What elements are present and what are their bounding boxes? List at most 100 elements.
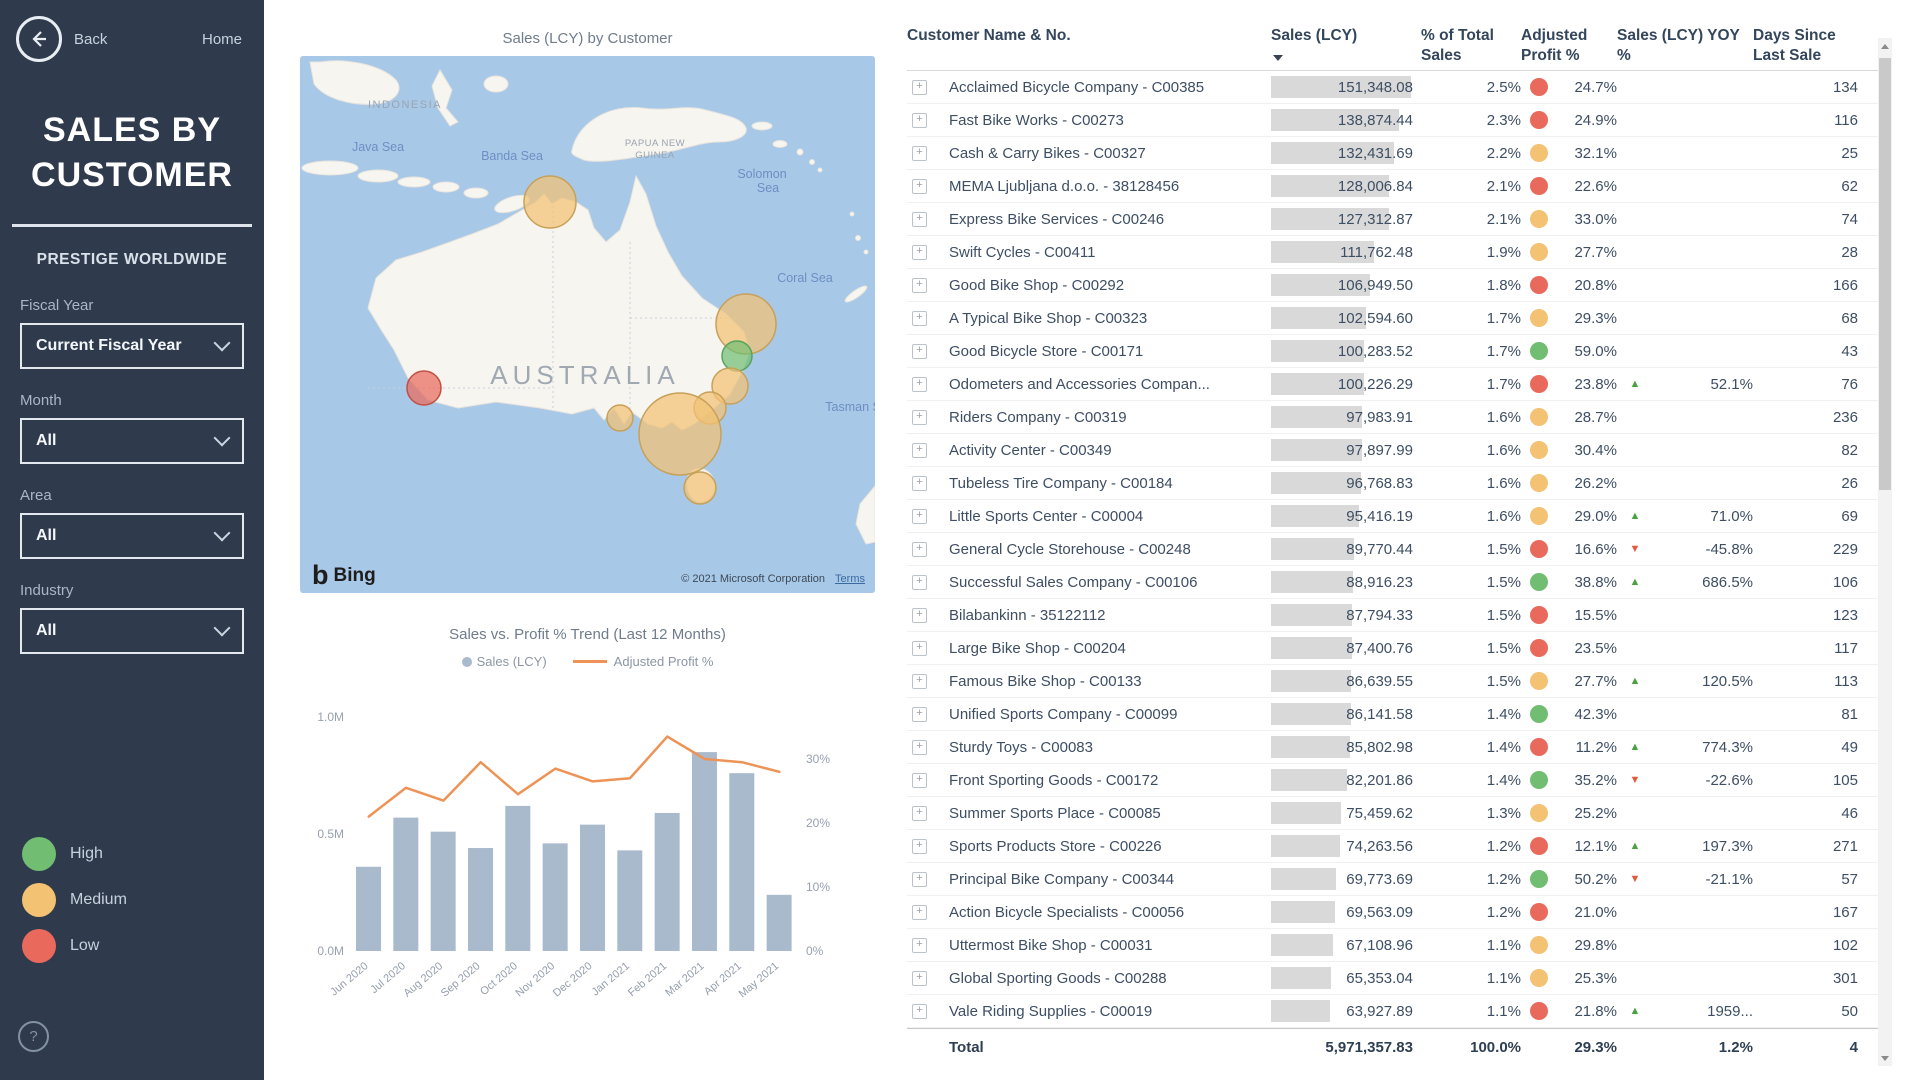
table-row[interactable]: +Good Bicycle Store - C00171100,283.521.… — [907, 335, 1892, 368]
expand-row-button[interactable]: + — [912, 839, 927, 854]
filter-dropdown[interactable]: All — [20, 418, 244, 464]
filter-dropdown[interactable]: All — [20, 513, 244, 559]
expand-row-button[interactable]: + — [912, 311, 927, 326]
table-row[interactable]: +Uttermost Bike Shop - C0003167,108.961.… — [907, 929, 1892, 962]
map-bubble-low[interactable] — [407, 371, 441, 405]
expand-row-button[interactable]: + — [912, 938, 927, 953]
table-row[interactable]: +Tubeless Tire Company - C0018496,768.83… — [907, 467, 1892, 500]
column-header-6[interactable]: Days Since Last Sale — [1753, 26, 1858, 66]
table-row[interactable]: +MEMA Ljubljana d.o.o. - 38128456128,006… — [907, 170, 1892, 203]
expand-row-button[interactable]: + — [912, 1004, 927, 1019]
sales-bar-Jul-2020[interactable] — [393, 818, 418, 951]
filter-dropdown[interactable]: All — [20, 608, 244, 654]
expand-row-button[interactable]: + — [912, 146, 927, 161]
table-row[interactable]: +Little Sports Center - C0000495,416.191… — [907, 500, 1892, 533]
expand-row-button[interactable]: + — [912, 641, 927, 656]
table-row[interactable]: +Activity Center - C0034997,897.991.6%30… — [907, 434, 1892, 467]
filter-dropdown[interactable]: Current Fiscal Year — [20, 323, 244, 369]
table-row[interactable]: +Sports Products Store - C0022674,263.56… — [907, 830, 1892, 863]
expand-row-button[interactable]: + — [912, 410, 927, 425]
expand-row-button[interactable]: + — [912, 608, 927, 623]
yoy-value-cell: -22.6% — [1653, 772, 1753, 789]
table-row[interactable]: +Famous Bike Shop - C0013386,639.551.5%2… — [907, 665, 1892, 698]
expand-row-button[interactable]: + — [912, 905, 927, 920]
expand-row-button[interactable]: + — [912, 377, 927, 392]
expand-row-button[interactable]: + — [912, 113, 927, 128]
table-row[interactable]: +Large Bike Shop - C0020487,400.761.5%23… — [907, 632, 1892, 665]
table-row[interactable]: +Fast Bike Works - C00273138,874.442.3%2… — [907, 104, 1892, 137]
table-row[interactable]: +Sturdy Toys - C0008385,802.981.4%11.2%▲… — [907, 731, 1892, 764]
sales-bar-Feb-2021[interactable] — [655, 813, 680, 951]
expand-row-button[interactable]: + — [912, 344, 927, 359]
table-row[interactable]: +A Typical Bike Shop - C00323102,594.601… — [907, 302, 1892, 335]
column-header-3[interactable]: % of Total Sales — [1421, 26, 1521, 66]
expand-row-button[interactable]: + — [912, 278, 927, 293]
map-bubble-medium[interactable] — [607, 405, 633, 431]
scroll-up-icon[interactable] — [1878, 38, 1892, 54]
sales-bar-Jun-2020[interactable] — [356, 867, 381, 951]
expand-row-button[interactable]: + — [912, 971, 927, 986]
expand-row-button[interactable]: + — [912, 542, 927, 557]
expand-row-button[interactable]: + — [912, 212, 927, 227]
column-header-1[interactable]: Customer Name & No. — [907, 26, 1271, 46]
expand-row-button[interactable]: + — [912, 872, 927, 887]
expand-row-button[interactable]: + — [912, 707, 927, 722]
sales-bar-Oct-2020[interactable] — [505, 806, 530, 951]
sales-databar — [1271, 703, 1351, 725]
days-since-sale-cell: 113 — [1753, 673, 1858, 690]
expand-row-button[interactable]: + — [912, 740, 927, 755]
pct-of-total-cell: 1.6% — [1421, 442, 1521, 459]
sales-bar-Jan-2021[interactable] — [617, 850, 642, 951]
back-button[interactable]: Back — [16, 16, 107, 62]
table-row[interactable]: +Summer Sports Place - C0008575,459.621.… — [907, 797, 1892, 830]
help-icon[interactable]: ? — [18, 1021, 49, 1052]
expand-row-button[interactable]: + — [912, 245, 927, 260]
table-row[interactable]: +General Cycle Storehouse - C0024889,770… — [907, 533, 1892, 566]
table-row[interactable]: +Front Sporting Goods - C0017282,201.861… — [907, 764, 1892, 797]
scroll-down-icon[interactable] — [1878, 1050, 1892, 1066]
expand-row-button[interactable]: + — [912, 773, 927, 788]
map-bubble-medium[interactable] — [524, 176, 576, 228]
table-row[interactable]: +Action Bicycle Specialists - C0005669,5… — [907, 896, 1892, 929]
table-row[interactable]: +Successful Sales Company - C0010688,916… — [907, 566, 1892, 599]
terms-link[interactable]: Terms — [835, 573, 865, 585]
expand-row-button[interactable]: + — [912, 509, 927, 524]
sales-bar-Apr-2021[interactable] — [729, 773, 754, 951]
expand-row-button[interactable]: + — [912, 80, 927, 95]
column-header-4[interactable]: Adjusted Profit % — [1521, 26, 1617, 66]
table-row[interactable]: +Swift Cycles - C00411111,762.481.9%27.7… — [907, 236, 1892, 269]
expand-row-button[interactable]: + — [912, 476, 927, 491]
table-row[interactable]: +Cash & Carry Bikes - C00327132,431.692.… — [907, 137, 1892, 170]
sales-bar-May-2021[interactable] — [767, 895, 792, 951]
sales-bar-Aug-2020[interactable] — [431, 832, 456, 951]
table-row[interactable]: +Global Sporting Goods - C0028865,353.04… — [907, 962, 1892, 995]
expand-row-button[interactable]: + — [912, 674, 927, 689]
home-button[interactable]: Home — [202, 31, 242, 48]
table-row[interactable]: +Good Bike Shop - C00292106,949.501.8%20… — [907, 269, 1892, 302]
expand-row-button[interactable]: + — [912, 575, 927, 590]
expand-row-button[interactable]: + — [912, 179, 927, 194]
column-header-5[interactable]: Sales (LCY) YOY % — [1617, 26, 1753, 66]
table-scrollbar[interactable] — [1878, 38, 1892, 1066]
sales-bar-Sep-2020[interactable] — [468, 848, 493, 951]
scrollbar-thumb[interactable] — [1879, 58, 1891, 490]
table-row[interactable]: +Riders Company - C0031997,983.911.6%28.… — [907, 401, 1892, 434]
table-row[interactable]: +Acclaimed Bicycle Company - C00385151,3… — [907, 71, 1892, 104]
brand-label: PRESTIGE WORLDWIDE — [0, 251, 264, 269]
table-row[interactable]: +Vale Riding Supplies - C0001963,927.891… — [907, 995, 1892, 1028]
sales-bar-Dec-2020[interactable] — [580, 825, 605, 951]
pct-of-total-cell: 1.4% — [1421, 739, 1521, 756]
column-header-2[interactable]: Sales (LCY) — [1271, 26, 1421, 61]
table-row[interactable]: +Bilabankinn - 3512211287,794.331.5%15.5… — [907, 599, 1892, 632]
sales-bar-Mar-2021[interactable] — [692, 752, 717, 951]
map-bubble-high[interactable] — [722, 341, 752, 371]
map-bubble-medium[interactable] — [684, 472, 716, 504]
expand-row-button[interactable]: + — [912, 806, 927, 821]
expand-row-button[interactable]: + — [912, 443, 927, 458]
table-row[interactable]: +Unified Sports Company - C0009986,141.5… — [907, 698, 1892, 731]
map-bubble-medium[interactable] — [639, 393, 721, 475]
table-row[interactable]: +Odometers and Accessories Compan...100,… — [907, 368, 1892, 401]
table-row[interactable]: +Principal Bike Company - C0034469,773.6… — [907, 863, 1892, 896]
sales-bar-Nov-2020[interactable] — [543, 843, 568, 951]
table-row[interactable]: +Express Bike Services - C00246127,312.8… — [907, 203, 1892, 236]
